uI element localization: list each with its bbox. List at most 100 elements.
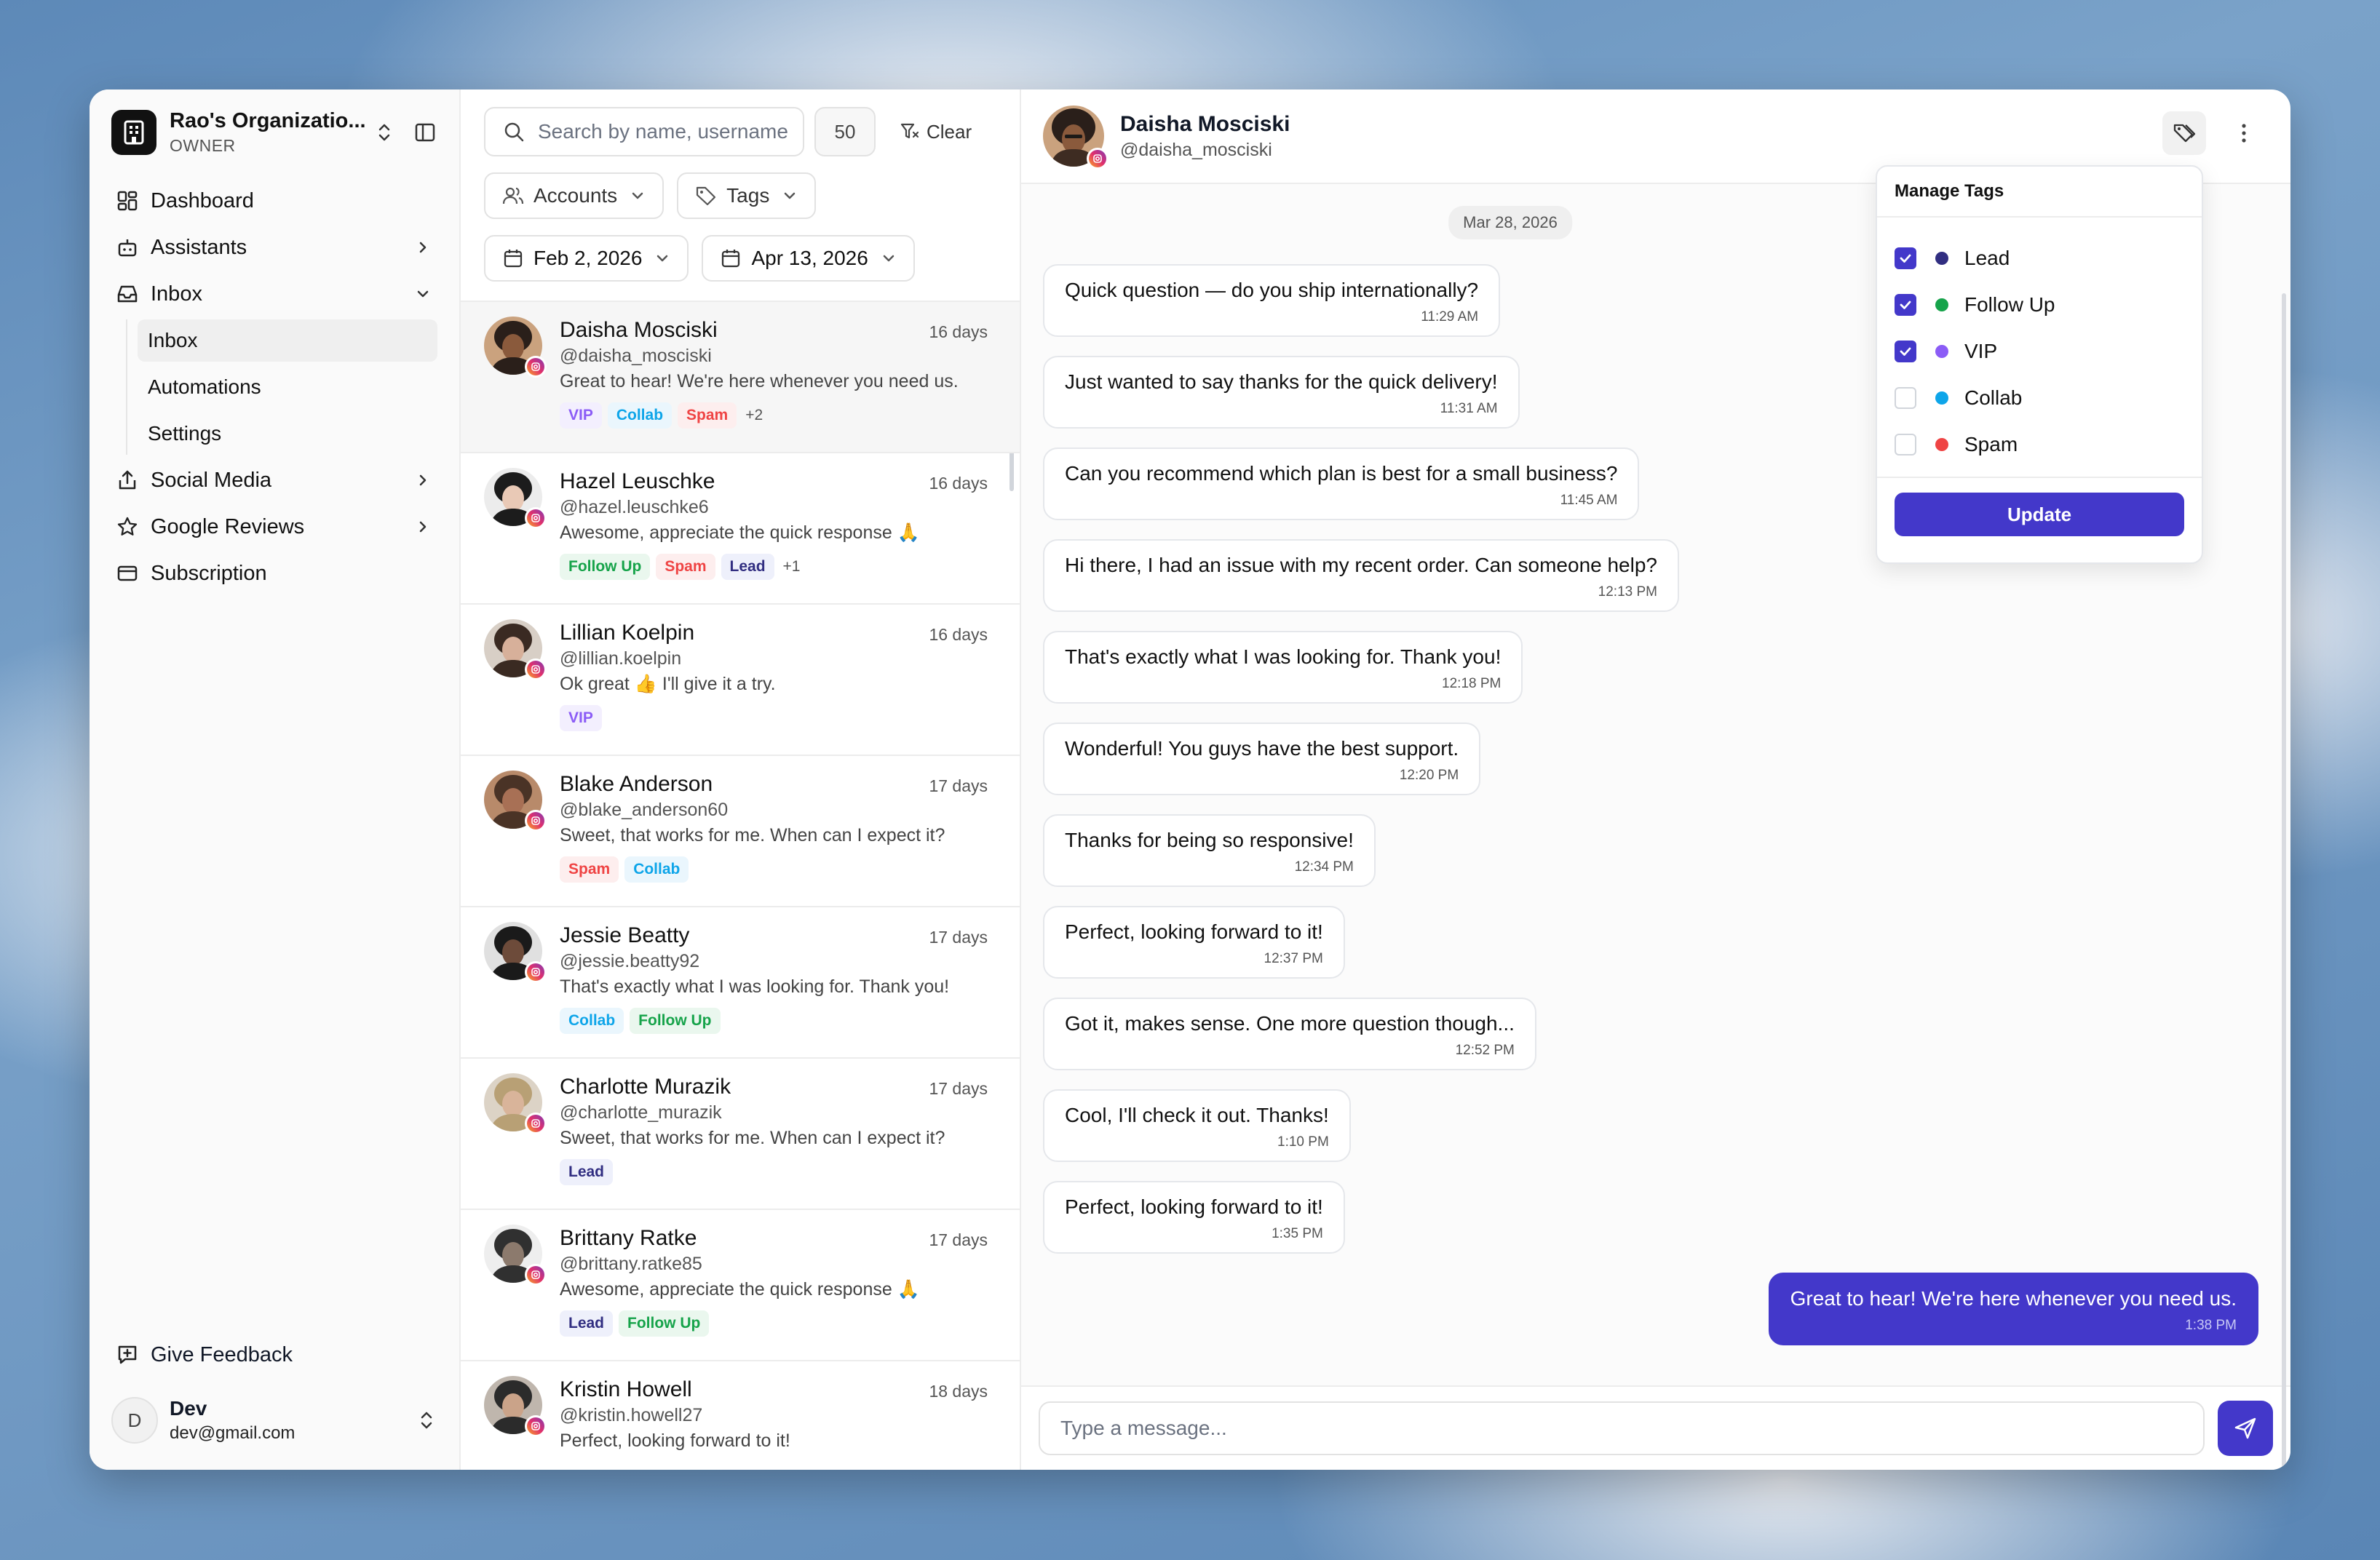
conversation-item[interactable]: Daisha Mosciski @daisha_mosciski Great t… — [461, 302, 1020, 453]
date-to-picker[interactable]: Apr 13, 2026 — [702, 235, 915, 282]
tag-option[interactable]: Follow Up — [1895, 282, 2184, 328]
tag-badge: Follow Up — [630, 1008, 721, 1034]
outgoing-message: Great to hear! We're here whenever you n… — [1768, 1273, 2258, 1345]
date-from-picker[interactable]: Feb 2, 2026 — [484, 235, 689, 282]
tag-checkbox[interactable] — [1895, 387, 1916, 409]
tags-filter[interactable]: Tags — [677, 172, 817, 219]
relative-time: 16 days — [929, 474, 988, 493]
give-feedback-button[interactable]: Give Feedback — [114, 1342, 293, 1368]
tags-icon — [2173, 124, 2196, 143]
message-preview: Awesome, appreciate the quick response 🙏 — [560, 1279, 920, 1300]
message-text: Just wanted to say thanks for the quick … — [1065, 370, 1498, 393]
conversation-item[interactable]: Charlotte Murazik @charlotte_murazik Swe… — [461, 1059, 1020, 1210]
contact-handle: @lillian.koelpin — [560, 648, 682, 669]
scrollbar[interactable] — [2282, 293, 2286, 1470]
tag-option-label: Spam — [1964, 433, 2018, 455]
conversation-item[interactable]: Brittany Ratke @brittany.ratke85 Awesome… — [461, 1210, 1020, 1361]
tag-option[interactable]: Collab — [1895, 375, 2184, 421]
send-icon — [2234, 1417, 2256, 1439]
filter-x-icon — [899, 121, 921, 143]
tag-color-dot — [1935, 345, 1948, 358]
manage-tags-button[interactable] — [2162, 111, 2206, 155]
nav-social-media[interactable]: Social Media — [111, 459, 437, 501]
sidebar-toggle-icon[interactable] — [413, 120, 437, 145]
instagram-icon — [525, 1113, 547, 1134]
clear-filters-button[interactable]: Clear — [899, 121, 972, 143]
tag-badge: Collab — [607, 402, 673, 429]
message-time: 11:31 AM — [1440, 401, 1498, 416]
conversation-item[interactable]: Jessie Beatty @jessie.beatty92 That's ex… — [461, 907, 1020, 1059]
tag-checkbox[interactable] — [1895, 434, 1916, 455]
nav-label: Inbox — [151, 282, 202, 306]
date-from-label: Feb 2, 2026 — [533, 247, 643, 269]
tag-badge: Collab — [624, 856, 689, 883]
subnav-automations[interactable]: Automations — [138, 366, 437, 408]
tag-badge: Follow Up — [560, 554, 651, 580]
conversation-item[interactable]: Blake Anderson @blake_anderson60 Sweet, … — [461, 756, 1020, 907]
avatar: D — [111, 1397, 158, 1444]
message-preview: Ok great 👍 I'll give it a try. — [560, 674, 776, 694]
contact-avatar — [484, 1376, 547, 1437]
star-icon — [114, 514, 140, 540]
nav-google-reviews[interactable]: Google Reviews — [111, 506, 437, 548]
accounts-filter[interactable]: Accounts — [484, 172, 665, 219]
sidebar: Rao's Organizatio... OWNER Dashboard Ass… — [90, 89, 461, 1470]
share-icon — [114, 467, 140, 493]
tag-badge: Spam — [560, 856, 619, 883]
chevron-right-icon — [413, 517, 433, 537]
search-input[interactable]: Search by name, username — [484, 107, 804, 156]
incoming-message: Cool, I'll check it out. Thanks! 1:10 PM — [1043, 1089, 1351, 1162]
tag-option-label: VIP — [1964, 340, 1998, 362]
chevron-down-icon — [880, 250, 897, 267]
conversation-item[interactable]: Hazel Leuschke @hazel.leuschke6 Awesome,… — [461, 453, 1020, 605]
contact-avatar — [484, 317, 547, 378]
incoming-message: Thanks for being so responsive! 12:34 PM — [1043, 814, 1376, 887]
tag-list: VIP — [560, 705, 996, 731]
message-text: Hi there, I had an issue with my recent … — [1065, 554, 1657, 576]
nav-dashboard[interactable]: Dashboard — [111, 180, 437, 222]
tag-checkbox[interactable] — [1895, 294, 1916, 316]
message-text: Perfect, looking forward to it! — [1065, 1195, 1323, 1218]
tag-checkbox[interactable] — [1895, 247, 1916, 269]
filters: Search by name, username 50 Clear Accoun… — [461, 89, 1020, 302]
chevrons-up-down-icon[interactable] — [373, 118, 395, 147]
subnav-inbox[interactable]: Inbox — [138, 319, 437, 362]
message-text: Got it, makes sense. One more question t… — [1065, 1012, 1515, 1035]
update-tags-button[interactable]: Update — [1895, 493, 2184, 536]
message-time: 12:37 PM — [1264, 951, 1323, 966]
message-preview: Sweet, that works for me. When can I exp… — [560, 825, 945, 845]
calendar-icon — [501, 247, 525, 270]
nav-inbox[interactable]: Inbox — [111, 273, 437, 315]
nav-subscription[interactable]: Subscription — [111, 552, 437, 594]
user-menu[interactable]: D Dev dev@gmail.com — [111, 1391, 437, 1449]
tag-option-label: Lead — [1964, 247, 2010, 269]
message-input[interactable]: Type a message... — [1039, 1401, 2205, 1455]
org-switcher[interactable]: Rao's Organizatio... OWNER — [111, 109, 437, 155]
relative-time: 17 days — [929, 928, 988, 947]
chat-avatar — [1043, 106, 1108, 170]
relative-time: 16 days — [929, 322, 988, 341]
tag-option[interactable]: Spam — [1895, 421, 2184, 468]
incoming-message: Got it, makes sense. One more question t… — [1043, 998, 1536, 1070]
nav-assistants[interactable]: Assistants — [111, 226, 437, 268]
conversation-item[interactable]: Kristin Howell @kristin.howell27 Perfect… — [461, 1361, 1020, 1470]
message-text: Perfect, looking forward to it! — [1065, 920, 1323, 943]
subnav-settings[interactable]: Settings — [138, 413, 437, 455]
chat-contact-handle: @daisha_mosciski — [1120, 139, 1272, 160]
conversation-item[interactable]: Lillian Koelpin @lillian.koelpin Ok grea… — [461, 605, 1020, 756]
tag-option[interactable]: VIP — [1895, 328, 2184, 375]
manage-tags-popover: Manage Tags Lead Follow Up VIP Collab Sp… — [1876, 165, 2203, 564]
tag-option[interactable]: Lead — [1895, 235, 2184, 282]
send-button[interactable] — [2218, 1401, 2273, 1456]
chevron-down-icon — [781, 187, 798, 204]
message-time: 11:45 AM — [1560, 493, 1618, 508]
message-preview: Sweet, that works for me. When can I exp… — [560, 1128, 945, 1148]
tag-option-label: Collab — [1964, 386, 2023, 409]
nav-label: Assistants — [151, 235, 247, 259]
chevron-down-icon — [629, 187, 646, 204]
user-name: Dev — [170, 1397, 207, 1420]
tag-options: Lead Follow Up VIP Collab Spam — [1877, 218, 2202, 478]
search-icon — [501, 119, 526, 144]
tag-checkbox[interactable] — [1895, 341, 1916, 362]
more-vertical-icon[interactable] — [2229, 119, 2258, 148]
